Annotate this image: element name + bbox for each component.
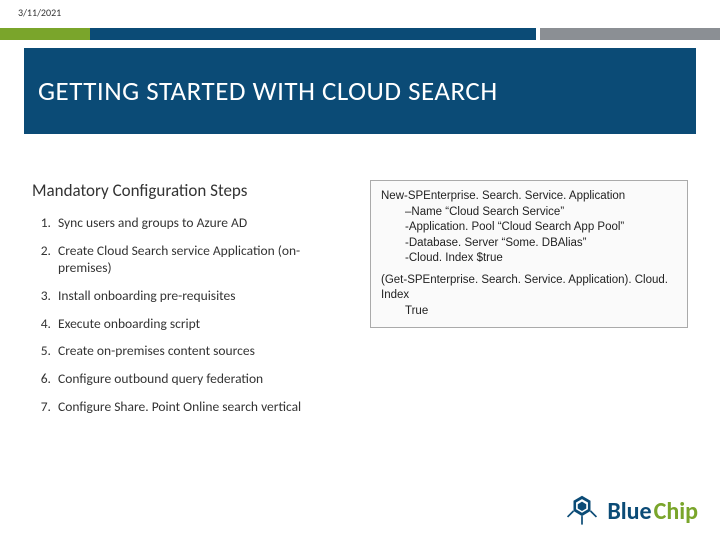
section-heading: Mandatory Configuration Steps (32, 180, 342, 201)
top-accent-bar (0, 28, 720, 40)
code-line: -Application. Pool “Cloud Search App Poo… (381, 220, 677, 236)
code-block-2: (Get-SPEnterprise. Search. Service. Appl… (381, 273, 677, 320)
code-column: New-SPEnterprise. Search. Service. Appli… (370, 180, 688, 427)
steps-list: Sync users and groups to Azure AD Create… (32, 215, 342, 416)
title-band: GETTING STARTED WITH CLOUD SEARCH (24, 48, 696, 134)
page-title: GETTING STARTED WITH CLOUD SEARCH (38, 75, 498, 108)
code-line: True (381, 304, 677, 320)
list-item: Configure Share. Point Online search ver… (54, 399, 342, 416)
accent-green (0, 28, 90, 40)
code-line: –Name “Cloud Search Service” (381, 205, 677, 221)
list-item: Create on-premises content sources (54, 343, 342, 360)
steps-column: Mandatory Configuration Steps Sync users… (32, 180, 342, 427)
list-item: Sync users and groups to Azure AD (54, 215, 342, 232)
list-item: Install onboarding pre-requisites (54, 288, 342, 305)
code-line: New-SPEnterprise. Search. Service. Appli… (381, 190, 625, 202)
list-item: Create Cloud Search service Application … (54, 243, 342, 277)
brand-blue: Blue (607, 497, 651, 526)
code-line: -Cloud. Index $true (381, 251, 677, 267)
code-box: New-SPEnterprise. Search. Service. Appli… (370, 180, 688, 328)
accent-gray (540, 28, 720, 40)
list-item: Configure outbound query federation (54, 371, 342, 388)
content-area: Mandatory Configuration Steps Sync users… (32, 180, 688, 427)
list-item: Execute onboarding script (54, 316, 342, 333)
accent-navy (90, 28, 536, 40)
code-block-1: New-SPEnterprise. Search. Service. Appli… (381, 189, 677, 267)
code-line: (Get-SPEnterprise. Search. Service. Appl… (381, 274, 668, 302)
brand-chip: Chip (654, 497, 698, 526)
date-label: 3/11/2021 (18, 6, 61, 19)
brand-icon (565, 494, 599, 528)
brand-text: Blue Chip (607, 497, 698, 526)
brand-logo: Blue Chip (565, 494, 698, 528)
code-line: -Database. Server “Some. DBAlias” (381, 236, 677, 252)
